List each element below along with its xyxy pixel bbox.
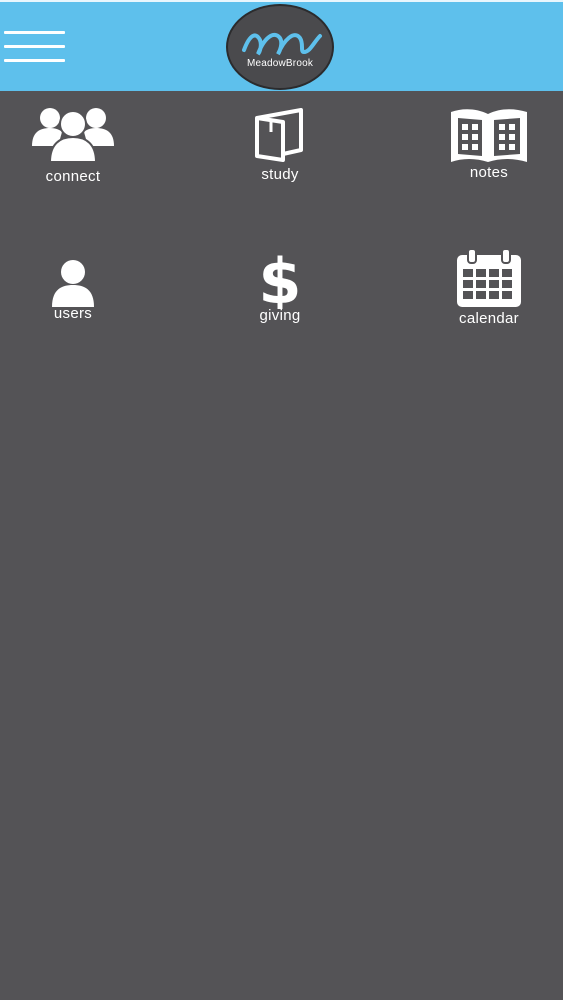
notebook-icon (429, 106, 549, 164)
svg-text:$: $ (258, 247, 301, 309)
tile-calendar[interactable]: calendar (429, 247, 549, 347)
tile-label: users (53, 305, 93, 322)
tile-users[interactable]: users (13, 257, 133, 357)
tile-label: connect (45, 168, 101, 185)
tile-label: notes (469, 164, 509, 181)
tile-label: calendar (459, 310, 519, 327)
app-screen: MeadowBrook connect study notes users $ … (0, 0, 563, 1000)
calendar-icon (429, 247, 549, 309)
meadowbrook-logo[interactable]: MeadowBrook (226, 4, 334, 90)
dollar-sign-icon: $ (220, 247, 340, 309)
logo-mark-icon (242, 32, 322, 56)
tile-connect[interactable]: connect (13, 104, 133, 204)
group-people-icon (13, 104, 133, 166)
open-book-icon (220, 106, 340, 162)
tile-label: giving (259, 307, 301, 324)
logo-text: MeadowBrook (246, 58, 314, 69)
tile-study[interactable]: study (220, 104, 340, 204)
tile-notes[interactable]: notes (429, 104, 549, 204)
hamburger-menu-icon[interactable] (4, 28, 66, 66)
header-bar: MeadowBrook (0, 0, 563, 91)
user-icon (13, 259, 133, 307)
tile-giving[interactable]: $ giving (220, 247, 340, 347)
tile-label: study (261, 166, 299, 183)
